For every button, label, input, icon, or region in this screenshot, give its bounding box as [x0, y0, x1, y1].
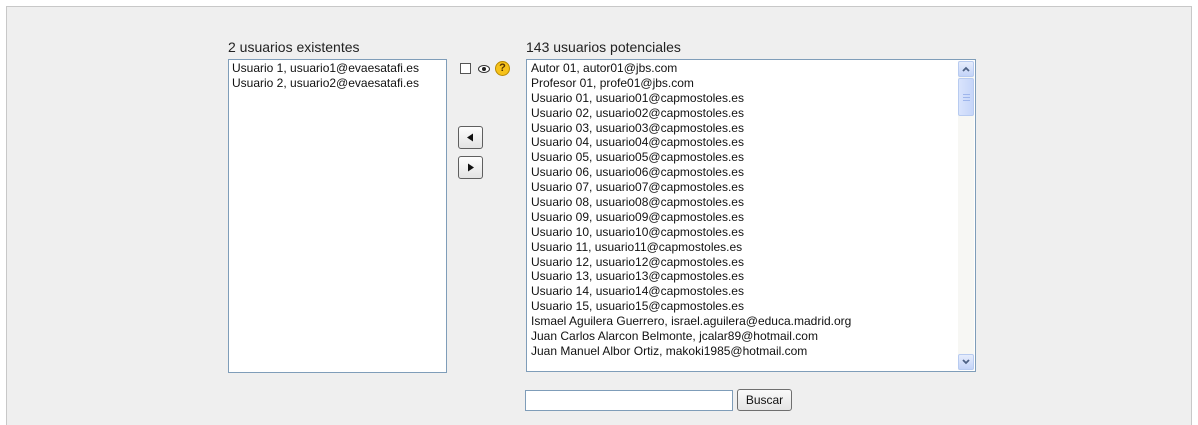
list-item[interactable]: Juan Carlos Alarcon Belmonte, jcalar89@h…: [531, 329, 975, 344]
chevron-up-icon: [962, 66, 970, 72]
list-item[interactable]: Autor 01, autor01@jbs.com: [531, 61, 975, 76]
scroll-thumb[interactable]: [958, 78, 974, 116]
list-item[interactable]: Profesor 01, profe01@jbs.com: [531, 76, 975, 91]
list-item[interactable]: Usuario 1, usuario1@evaesatafi.es: [232, 61, 446, 76]
list-item[interactable]: Usuario 12, usuario12@capmostoles.es: [531, 255, 975, 270]
list-item[interactable]: Usuario 15, usuario15@capmostoles.es: [531, 299, 975, 314]
list-item[interactable]: Usuario 03, usuario03@capmostoles.es: [531, 121, 975, 136]
remove-user-button[interactable]: [458, 156, 483, 179]
add-user-button[interactable]: [458, 126, 483, 149]
help-icon[interactable]: ?: [495, 61, 510, 76]
eye-icon[interactable]: [478, 63, 490, 75]
arrow-left-icon: [467, 133, 473, 142]
list-item[interactable]: Usuario 02, usuario02@capmostoles.es: [531, 106, 975, 121]
scroll-up-button[interactable]: [958, 61, 974, 77]
list-item[interactable]: Ismael Aguilera Guerrero, israel.aguiler…: [531, 314, 975, 329]
arrow-right-icon: [468, 163, 474, 172]
existing-users-heading: 2 usuarios existentes: [228, 39, 360, 55]
list-item[interactable]: Usuario 06, usuario06@capmostoles.es: [531, 165, 975, 180]
list-item[interactable]: Usuario 08, usuario08@capmostoles.es: [531, 195, 975, 210]
list-item[interactable]: Usuario 13, usuario13@capmostoles.es: [531, 269, 975, 284]
potential-users-scrollbar[interactable]: [958, 61, 974, 370]
list-item[interactable]: Usuario 14, usuario14@capmostoles.es: [531, 284, 975, 299]
search-button[interactable]: Buscar: [737, 389, 792, 411]
chevron-down-icon: [962, 359, 970, 365]
existing-users-listbox[interactable]: Usuario 1, usuario1@evaesatafi.es Usuario…: [228, 59, 447, 373]
list-item[interactable]: Usuario 05, usuario05@capmostoles.es: [531, 150, 975, 165]
list-item[interactable]: Usuario 07, usuario07@capmostoles.es: [531, 180, 975, 195]
show-all-checkbox[interactable]: [460, 63, 471, 74]
list-item[interactable]: Usuario 10, usuario10@capmostoles.es: [531, 225, 975, 240]
potential-users-heading: 143 usuarios potenciales: [526, 39, 681, 55]
list-item[interactable]: Usuario 01, usuario01@capmostoles.es: [531, 91, 975, 106]
list-item[interactable]: Usuario 04, usuario04@capmostoles.es: [531, 135, 975, 150]
potential-users-listbox[interactable]: Autor 01, autor01@jbs.com Profesor 01, pr…: [526, 59, 976, 372]
scroll-down-button[interactable]: [958, 354, 974, 370]
list-item[interactable]: Usuario 09, usuario09@capmostoles.es: [531, 210, 975, 225]
list-item[interactable]: Usuario 2, usuario2@evaesatafi.es: [232, 76, 446, 91]
list-item[interactable]: Juan Manuel Albor Ortiz, makoki1985@hotm…: [531, 344, 975, 359]
list-item[interactable]: Usuario 11, usuario11@capmostoles.es: [531, 240, 975, 255]
search-input[interactable]: [525, 390, 733, 411]
